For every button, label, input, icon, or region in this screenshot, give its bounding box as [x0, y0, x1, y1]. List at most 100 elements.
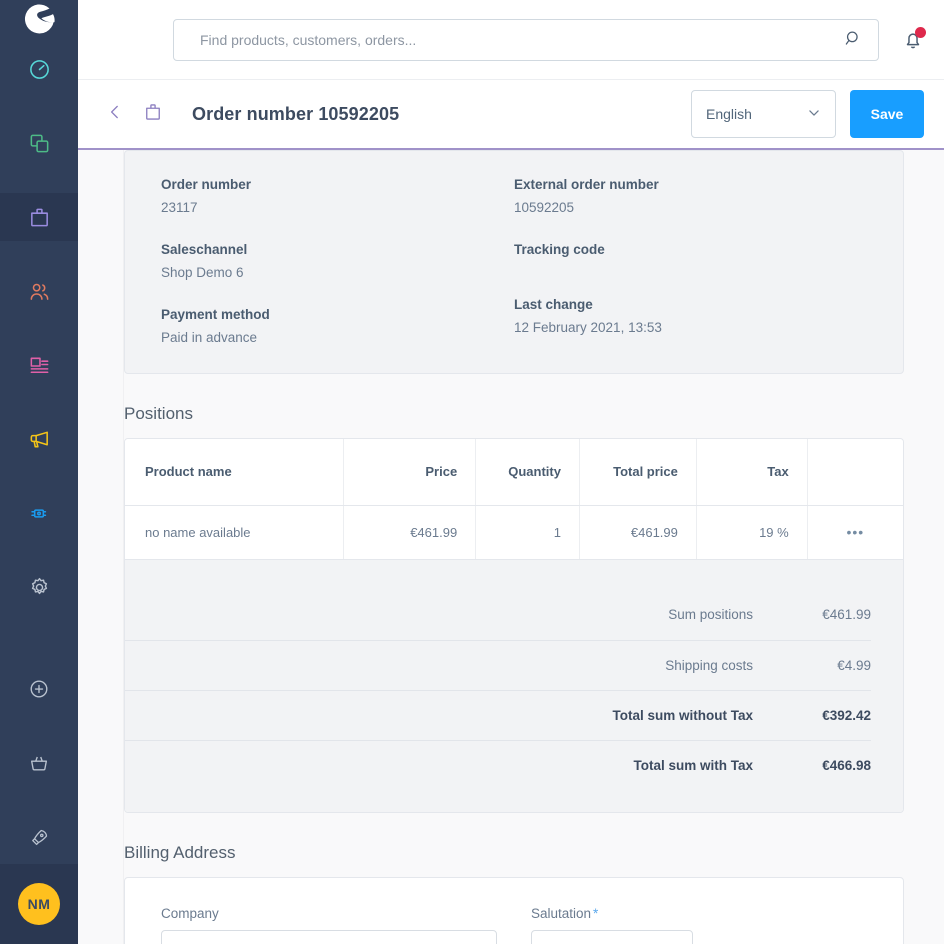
cell-product-name: no name available [125, 505, 345, 560]
summary-row-sum-positions: Sum positions €461.99 [125, 590, 871, 640]
chevron-down-icon [807, 106, 821, 123]
positions-summary: Sum positions €461.99 Shipping costs €4.… [125, 559, 903, 812]
company-field[interactable] [161, 929, 497, 944]
sidebar-item-marketing[interactable] [0, 415, 78, 463]
save-button[interactable]: Save [850, 90, 924, 138]
billing-company-group: Company [161, 906, 497, 944]
search-input[interactable] [174, 20, 828, 60]
summary-row-shipping-costs: Shipping costs €4.99 [125, 639, 871, 690]
content-list-icon [28, 354, 51, 377]
column-header-total-price[interactable]: Total price [579, 439, 697, 506]
sidebar-item-settings[interactable] [0, 563, 78, 611]
column-header-actions [807, 439, 903, 506]
sidebar-nav [0, 45, 78, 944]
field-label: Payment method [161, 307, 270, 322]
main-area: Order number 10592205 English Save [78, 0, 944, 944]
field-label: Tracking code [514, 242, 605, 257]
field-order-number: Order number 23117 [161, 177, 514, 215]
summary-label: Sum positions [668, 607, 753, 622]
marketing-megaphone-icon [28, 428, 51, 451]
field-tracking-code: Tracking code [514, 242, 867, 257]
billing-salutation-group: Salutation* Mr. [531, 906, 867, 944]
field-label: Order number [161, 177, 252, 192]
cell-actions[interactable]: ••• [807, 505, 903, 560]
sidebar-item-rocket-1[interactable] [0, 813, 78, 861]
field-last-change: Last change 12 February 2021, 13:53 [514, 297, 867, 335]
user-menu[interactable]: NM [0, 864, 78, 944]
table-header-row: Product name Price Quantity Total price … [125, 439, 903, 506]
company-label: Company [161, 905, 219, 921]
positions-section-title: Positions [124, 404, 193, 423]
module-icon [136, 102, 170, 127]
salutation-label-text: Salutation [531, 905, 592, 921]
summary-label: Total sum without Tax [612, 707, 754, 723]
cell-price: €461.99 [343, 505, 477, 560]
sidebar-item-basket[interactable] [0, 739, 78, 787]
general-info-right-column: External order number 10592205 Tracking … [514, 177, 867, 345]
required-marker: * [593, 905, 599, 921]
global-search[interactable] [173, 19, 879, 61]
field-label: Saleschannel [161, 242, 248, 257]
summary-value: €466.98 [822, 757, 871, 773]
smart-bar: Order number 10592205 English Save [78, 80, 944, 150]
search-button[interactable] [828, 20, 878, 60]
orders-bag-icon [28, 206, 51, 229]
ellipsis-icon[interactable]: ••• [847, 524, 865, 540]
cell-total-price: €461.99 [579, 505, 697, 560]
positions-card: Product name Price Quantity Total price … [124, 438, 904, 813]
avatar[interactable]: NM [18, 883, 60, 925]
column-header-product-name[interactable]: Product name [125, 439, 345, 506]
field-value: Paid in advance [161, 330, 258, 345]
summary-label: Total sum with Tax [633, 757, 753, 773]
field-value: 10592205 [514, 200, 575, 215]
column-header-tax[interactable]: Tax [696, 439, 808, 506]
general-info-left-column: Order number 23117 Saleschannel Shop Dem… [161, 177, 514, 345]
dashboard-gauge-icon [28, 58, 51, 81]
sidebar-item-extensions[interactable] [0, 489, 78, 537]
smart-bar-actions: English Save [691, 90, 924, 138]
content-row: Order number 23117 Saleschannel Shop Dem… [78, 150, 944, 944]
column-header-price[interactable]: Price [343, 439, 477, 506]
cell-tax: 19 % [696, 505, 808, 560]
chevron-left-icon [106, 103, 124, 126]
table-row[interactable]: no name available €461.99 1 €461.99 19 %… [125, 505, 903, 560]
general-info-card: Order number 23117 Saleschannel Shop Dem… [124, 150, 904, 374]
notification-badge [915, 27, 926, 38]
field-label: External order number [514, 177, 659, 192]
sidebar-item-dashboard[interactable] [0, 45, 78, 93]
customers-users-icon [28, 280, 51, 303]
salutation-select[interactable]: Mr. [531, 929, 693, 944]
topbar [78, 0, 944, 80]
add-circle-icon [28, 678, 50, 700]
rocket-icon [29, 827, 50, 848]
field-saleschannel: Saleschannel Shop Demo 6 [161, 242, 514, 280]
sidebar-item-content[interactable] [0, 341, 78, 389]
page-title: Order number 10592205 [192, 103, 400, 124]
shopware-logo-icon [19, 0, 59, 45]
orders-bag-icon [143, 102, 163, 127]
extensions-plugin-icon [28, 502, 51, 525]
language-select[interactable]: English [691, 90, 836, 138]
field-value: 12 February 2021, 13:53 [514, 320, 662, 335]
content-gutter [78, 150, 124, 944]
sidebar-item-customers[interactable] [0, 267, 78, 315]
field-payment-method: Payment method Paid in advance [161, 307, 514, 345]
sidebar-item-orders[interactable] [0, 193, 78, 241]
sidebar-item-catalogues[interactable] [0, 119, 78, 167]
order-detail-content: Order number 23117 Saleschannel Shop Dem… [124, 150, 944, 944]
settings-gear-icon [28, 576, 51, 599]
column-header-quantity[interactable]: Quantity [475, 439, 580, 506]
sidebar-item-add[interactable] [0, 665, 78, 713]
billing-address-card: Company Salutation* Mr. [124, 876, 904, 944]
notifications-button[interactable] [895, 24, 931, 60]
positions-table: Product name Price Quantity Total price … [125, 439, 903, 560]
salutation-label: Salutation * [531, 906, 867, 921]
shopware-logo[interactable] [0, 0, 78, 45]
search-icon [844, 29, 863, 51]
billing-section-title: Billing Address [124, 842, 236, 862]
summary-value: €4.99 [837, 657, 871, 673]
summary-label: Shipping costs [665, 657, 753, 673]
summary-row-total-with-tax: Total sum with Tax €466.98 [125, 739, 871, 790]
back-button[interactable] [98, 103, 132, 126]
catalogues-copy-icon [28, 132, 51, 155]
